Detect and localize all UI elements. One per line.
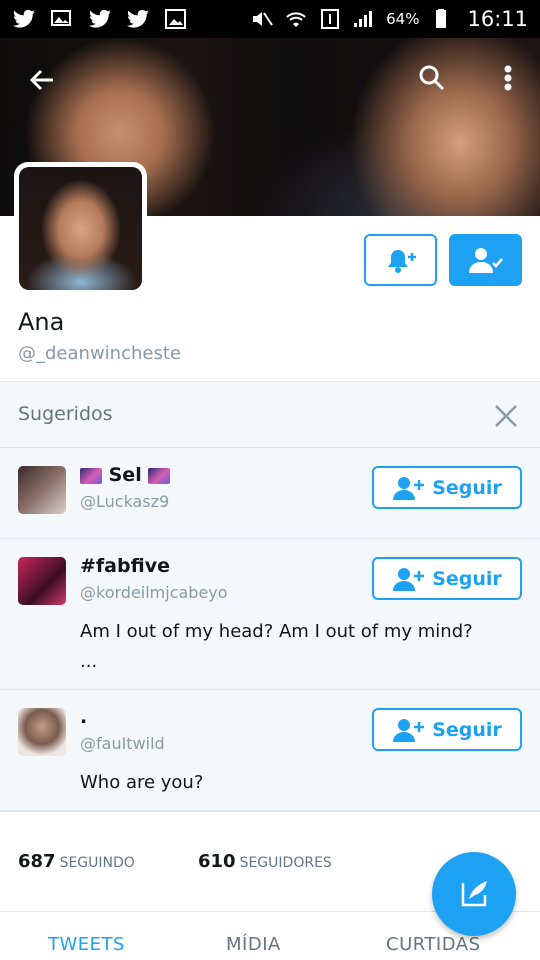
- clock: 16:11: [467, 7, 528, 31]
- more-options-button[interactable]: [486, 56, 530, 100]
- notifications-button[interactable]: [364, 234, 437, 286]
- compose-tweet-button[interactable]: [432, 852, 516, 936]
- battery-percent: 64%: [386, 10, 420, 28]
- follow-button[interactable]: Seguir: [372, 557, 522, 600]
- bell-plus-icon: [387, 250, 416, 273]
- user-handle: @Luckasz9: [80, 492, 170, 511]
- galaxy-emoji-icon: [148, 467, 171, 484]
- suggestions-title: Sugeridos: [18, 403, 113, 425]
- user-avatar[interactable]: [18, 708, 66, 756]
- user-name: Sel: [80, 464, 171, 486]
- more-vertical-icon: [504, 65, 512, 91]
- following-button[interactable]: [449, 234, 522, 286]
- galaxy-emoji-icon: [80, 467, 102, 484]
- gallery-icon: [164, 9, 188, 29]
- user-name: .: [80, 706, 88, 728]
- arrow-left-icon: [29, 69, 53, 91]
- tab-media[interactable]: MÍDIA: [226, 934, 281, 955]
- suggestions-panel: Sugeridos Sel @Luckasz9 Seguir #fabfive …: [0, 381, 540, 812]
- tab-tweets[interactable]: TWEETS: [48, 934, 125, 955]
- following-count[interactable]: 687 SEGUINDO: [18, 851, 135, 872]
- user-check-icon: [468, 248, 503, 273]
- user-name: #fabfive: [80, 555, 170, 577]
- suggestion-item[interactable]: Sel @Luckasz9 Seguir: [0, 448, 540, 539]
- tab-likes[interactable]: CURTIDAS: [386, 934, 481, 955]
- close-icon: [495, 405, 517, 427]
- profile-avatar[interactable]: [14, 162, 147, 295]
- twitter-icon: [88, 9, 112, 29]
- mute-icon: [250, 9, 274, 29]
- sim-1-icon: [318, 9, 342, 29]
- user-bio: Who are you?: [80, 772, 204, 793]
- signal-icon: [352, 9, 376, 29]
- profile-name: Ana: [18, 308, 65, 336]
- follow-button[interactable]: Seguir: [372, 708, 522, 751]
- battery-icon: [429, 9, 453, 29]
- suggestion-item[interactable]: #fabfive @kordeilmjcabeyo Am I out of my…: [0, 539, 540, 690]
- follow-button[interactable]: Seguir: [372, 466, 522, 509]
- status-bar: 64% 16:11: [0, 0, 540, 38]
- back-button[interactable]: [20, 58, 64, 102]
- avatar-photo: [19, 167, 142, 290]
- user-avatar[interactable]: [18, 557, 66, 605]
- user-plus-icon: [393, 718, 425, 742]
- image-icon: [50, 9, 74, 29]
- user-plus-icon: [393, 567, 425, 591]
- user-handle: @fauItwild: [80, 734, 165, 753]
- followers-count[interactable]: 610 SEGUIDORES: [198, 851, 332, 872]
- profile-handle: @_deanwincheste: [18, 343, 181, 364]
- search-icon: [419, 65, 445, 91]
- twitter-icon: [126, 9, 150, 29]
- suggestion-item[interactable]: . @fauItwild Who are you? Seguir: [0, 690, 540, 812]
- user-handle: @kordeilmjcabeyo: [80, 583, 228, 602]
- user-avatar[interactable]: [18, 466, 66, 514]
- twitter-icon: [12, 9, 36, 29]
- search-button[interactable]: [410, 56, 454, 100]
- close-suggestions-button[interactable]: [490, 400, 522, 432]
- suggestions-header: Sugeridos: [0, 382, 540, 448]
- wifi-icon: [284, 9, 308, 29]
- user-plus-icon: [393, 476, 425, 500]
- user-bio: Am I out of my head? Am I out of my mind…: [80, 621, 473, 672]
- compose-icon: [461, 881, 487, 907]
